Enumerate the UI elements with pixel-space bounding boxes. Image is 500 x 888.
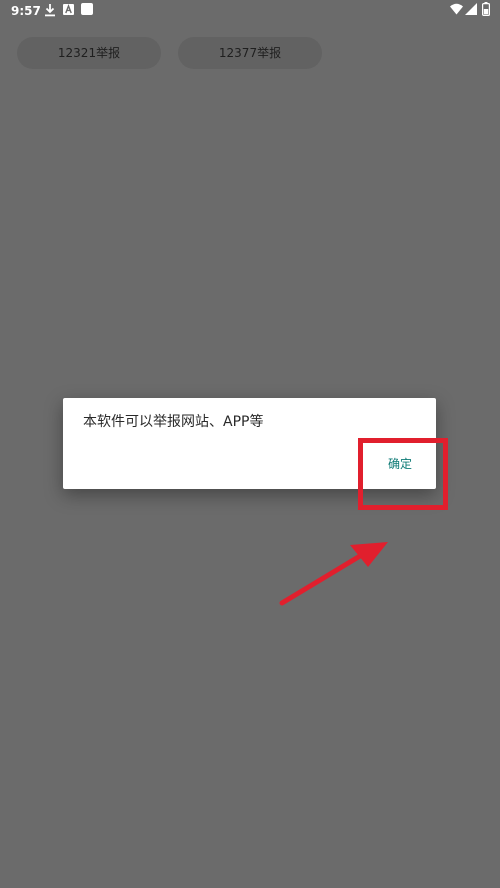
wifi-icon — [450, 3, 463, 15]
signal-icon — [465, 3, 477, 15]
annotation-arrow-icon — [279, 542, 388, 606]
download-icon — [45, 4, 55, 17]
a-notification-icon — [63, 4, 74, 15]
battery-icon — [482, 2, 490, 16]
dialog-ok-button[interactable]: 确定 — [375, 453, 425, 475]
status-bar: 9:57 — [0, 0, 500, 22]
dialog-message: 本软件可以举报网站、APP等 — [83, 414, 264, 430]
app-square-icon — [81, 3, 93, 15]
report-12321-button[interactable]: 12321举报 — [17, 37, 161, 69]
status-time: 9:57 — [11, 4, 41, 18]
report-12377-button[interactable]: 12377举报 — [178, 37, 322, 69]
alert-dialog: 本软件可以举报网站、APP等 确定 — [63, 398, 436, 489]
